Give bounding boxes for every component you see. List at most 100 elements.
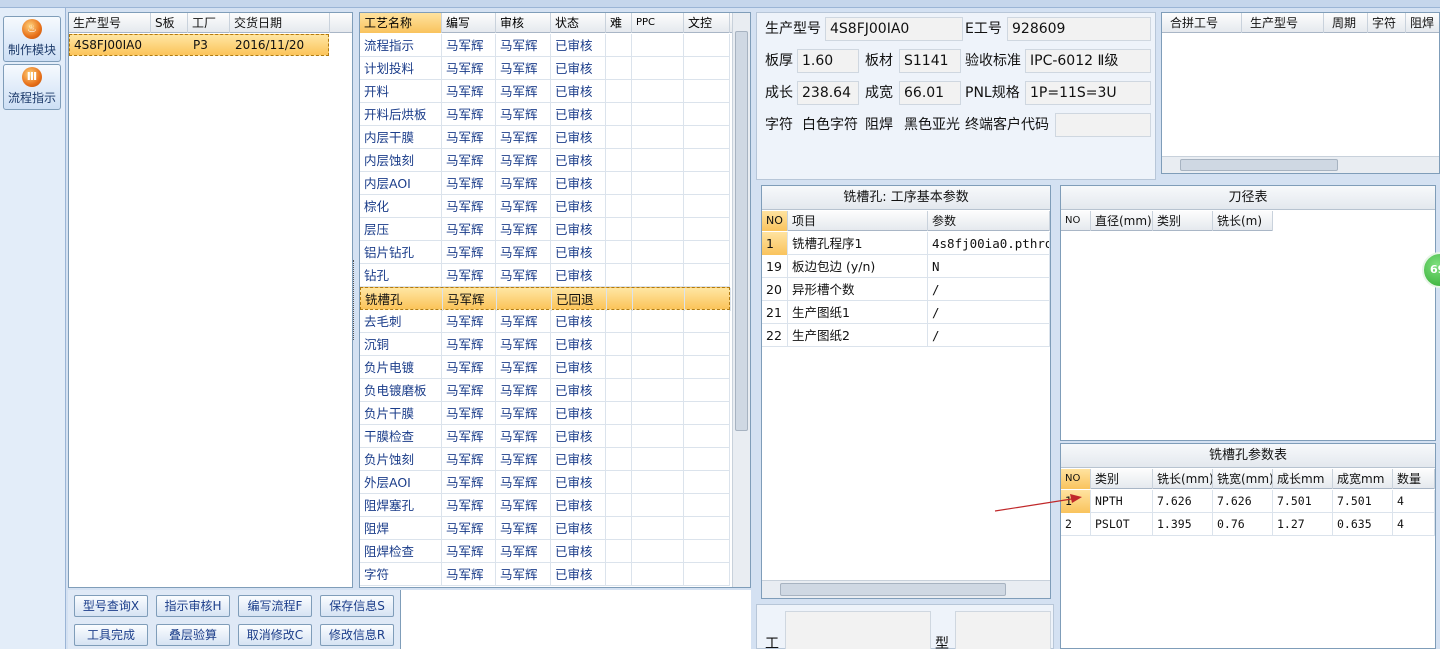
model-query-button[interactable]: 型号查询X [74, 595, 148, 617]
customer-code-field[interactable] [1055, 113, 1151, 137]
table-row[interactable]: 去毛刺 马军辉 马军辉 已审核 [360, 310, 730, 333]
col-header-quantity[interactable]: 数量 [1393, 469, 1435, 489]
table-row[interactable]: 21 生产图纸1/ [762, 301, 1050, 324]
table-row[interactable]: 铝片钻孔 马军辉 马军辉 已审核 [360, 241, 730, 264]
scroll-thumb[interactable] [780, 583, 1006, 596]
table-row[interactable]: 负片干膜 马军辉 马军辉 已审核 [360, 402, 730, 425]
col-header-difficulty[interactable]: 难 [606, 13, 632, 33]
table-row[interactable]: 1 铣槽孔程序1 4s8fj00ia0.pthrou [762, 232, 1050, 255]
scroll-thumb[interactable] [1180, 159, 1338, 171]
cell-reviewer: 马军辉 [496, 241, 551, 264]
col-header-no[interactable]: NO [762, 211, 788, 231]
combine-horizontal-scrollbar[interactable] [1162, 156, 1439, 173]
cell-author: 马军辉 [442, 34, 496, 57]
col-header-process-name[interactable]: 工艺名称 [360, 13, 442, 33]
col-header-mill-length[interactable]: 铣长(mm) [1153, 469, 1213, 489]
lower-textarea-left[interactable] [785, 611, 931, 649]
table-row[interactable]: 流程指示 马军辉 马军辉 已审核 [360, 34, 730, 57]
table-row[interactable]: 4S8FJ00IA0 P3 2016/11/20 [69, 34, 329, 56]
col-header-combine-model[interactable]: 生产型号 [1242, 13, 1324, 33]
table-row[interactable]: 内层AOI 马军辉 马军辉 已审核 [360, 172, 730, 195]
col-header-cycle[interactable]: 周期 [1324, 13, 1368, 33]
splitter-handle[interactable] [353, 260, 358, 340]
cancel-edit-button[interactable]: 取消修改C [238, 624, 312, 646]
cell-mill-length: 7.626 [1153, 490, 1213, 513]
cell-status: 已审核 [551, 517, 606, 540]
col-header-finish-length[interactable]: 成长mm [1273, 469, 1333, 489]
col-header-reviewer[interactable]: 审核 [496, 13, 551, 33]
col-header-doc-control[interactable]: 文控 [684, 13, 730, 33]
table-row[interactable]: 外层AOI 马军辉 马军辉 已审核 [360, 471, 730, 494]
material-field[interactable]: S1141 [899, 49, 961, 73]
table-row[interactable]: 负片电镀 马军辉 马军辉 已审核 [360, 356, 730, 379]
length-field[interactable]: 238.64 [797, 81, 859, 105]
review-instruction-button[interactable]: 指示审核H [156, 595, 230, 617]
table-row[interactable]: 计划投料 马军辉 马军辉 已审核 [360, 57, 730, 80]
table-row[interactable]: 2 PSLOT 1.395 0.76 1.27 0.635 4 [1061, 513, 1435, 536]
col-header-category[interactable]: 类别 [1091, 469, 1153, 489]
table-row[interactable]: 阻焊 马军辉 马军辉 已审核 [360, 517, 730, 540]
col-header-param[interactable]: 参数 [928, 211, 1050, 231]
solder-mask-field[interactable]: 黑色亚光 [899, 113, 961, 137]
col-header-author[interactable]: 编写 [442, 13, 496, 33]
col-header-ppc[interactable]: PPC [632, 13, 684, 33]
col-header-category[interactable]: 类别 [1153, 211, 1213, 231]
cell-delivery-date: 2016/11/20 [235, 38, 305, 52]
col-header-diameter[interactable]: 直径(mm) [1091, 211, 1153, 231]
stackup-check-button[interactable]: 叠层验算 [156, 624, 230, 646]
table-row[interactable]: 19 板边包边 (y/n) N [762, 255, 1050, 278]
lower-textarea-right[interactable] [955, 611, 1051, 649]
edit-info-button[interactable]: 修改信息R [320, 624, 394, 646]
table-row[interactable]: 负片蚀刻 马军辉 马军辉 已审核 [360, 448, 730, 471]
make-module-button[interactable]: ♨ 制作模块 [3, 16, 61, 62]
col-header-char[interactable]: 字符 [1368, 13, 1406, 33]
col-header-status[interactable]: 状态 [551, 13, 606, 33]
scroll-thumb[interactable] [735, 31, 748, 431]
process-vertical-scrollbar[interactable] [732, 13, 750, 587]
table-row[interactable]: 阻焊检查 马军辉 马军辉 已审核 [360, 540, 730, 563]
table-row[interactable]: 钻孔 马军辉 马军辉 已审核 [360, 264, 730, 287]
table-row[interactable]: 沉铜 马军辉 马军辉 已审核 [360, 333, 730, 356]
char-field[interactable]: 白色字符 [797, 113, 859, 137]
col-header-item[interactable]: 项目 [788, 211, 928, 231]
tool-complete-button[interactable]: 工具完成 [74, 624, 148, 646]
table-row[interactable]: 干膜检查 马军辉 马军辉 已审核 [360, 425, 730, 448]
thickness-field[interactable]: 1.60 [797, 49, 859, 73]
col-header-model[interactable]: 生产型号 [69, 13, 151, 33]
table-row[interactable]: 铣槽孔 马军辉 已回退 [360, 287, 731, 311]
col-header-s-board[interactable]: S板 [151, 13, 188, 33]
cell-process-name: 开料 [360, 80, 442, 103]
col-header-mill-width[interactable]: 铣宽(mm) [1213, 469, 1273, 489]
table-row[interactable]: 1 NPTH 7.626 7.626 7.501 7.501 4 [1061, 490, 1435, 513]
pnl-spec-field[interactable]: 1P=11S=3U [1025, 81, 1151, 105]
cell-ppc [633, 288, 685, 311]
table-row[interactable]: 阻焊塞孔 马军辉 马军辉 已审核 [360, 494, 730, 517]
width-field[interactable]: 66.01 [899, 81, 961, 105]
col-header-mill-length[interactable]: 铣长(m) [1213, 211, 1273, 231]
col-header-no[interactable]: NO [1061, 211, 1091, 231]
save-info-button[interactable]: 保存信息S [320, 595, 394, 617]
table-row[interactable]: 层压 马军辉 马军辉 已审核 [360, 218, 730, 241]
flow-instruction-button[interactable]: Ⅲ 流程指示 [3, 64, 61, 110]
edit-flow-button[interactable]: 编写流程F [238, 595, 312, 617]
accept-standard-field[interactable]: IPC-6012 Ⅱ级 [1025, 49, 1151, 73]
prod-model-field[interactable]: 4S8FJ00IA0 [825, 17, 963, 41]
mill-horizontal-scrollbar[interactable] [762, 580, 1050, 598]
table-row[interactable]: 字符 马军辉 马军辉 已审核 [360, 563, 730, 586]
cell-finish-length: 1.27 [1273, 513, 1333, 536]
table-row[interactable]: 内层干膜 马军辉 马军辉 已审核 [360, 126, 730, 149]
table-row[interactable]: 开料后烘板 马军辉 马军辉 已审核 [360, 103, 730, 126]
col-header-no[interactable]: NO [1061, 469, 1091, 489]
e-no-field[interactable]: 928609 [1007, 17, 1151, 41]
table-row[interactable]: 开料 马军辉 马军辉 已审核 [360, 80, 730, 103]
table-row[interactable]: 棕化 马军辉 马军辉 已审核 [360, 195, 730, 218]
table-row[interactable]: 内层蚀刻 马军辉 马军辉 已审核 [360, 149, 730, 172]
col-header-mask[interactable]: 阻焊 [1406, 13, 1440, 33]
table-row[interactable]: 负电镀磨板 马军辉 马军辉 已审核 [360, 379, 730, 402]
table-row[interactable]: 20 异形槽个数 / [762, 278, 1050, 301]
col-header-factory[interactable]: 工厂 [188, 13, 230, 33]
col-header-delivery-date[interactable]: 交货日期 [230, 13, 330, 33]
col-header-combine-no[interactable]: 合拼工号 [1162, 13, 1242, 33]
col-header-finish-width[interactable]: 成宽mm [1333, 469, 1393, 489]
table-row[interactable]: 22 生产图纸2/ [762, 324, 1050, 347]
